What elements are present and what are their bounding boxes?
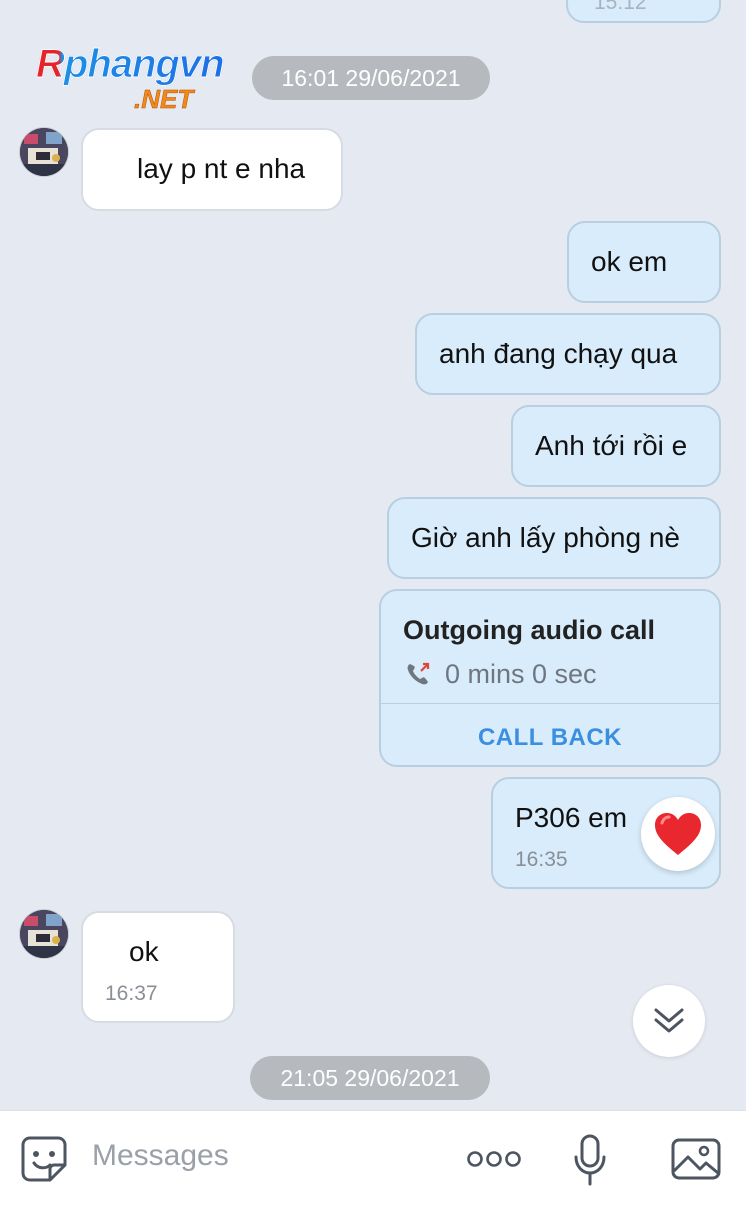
message-input[interactable]: Messages [92, 1139, 229, 1173]
heart-icon [655, 813, 701, 855]
outgoing-message[interactable]: Anh tới rồi e [511, 405, 721, 487]
avatar-image [20, 128, 68, 176]
logo-text-top: Rphangvn [36, 42, 226, 87]
outgoing-message[interactable]: Giờ anh lấy phòng nè [387, 497, 721, 579]
call-title: Outgoing audio call [403, 615, 655, 645]
incoming-message[interactable]: lay p nt e nha [81, 128, 343, 211]
incoming-message[interactable]: ok 16:37 [81, 911, 235, 1023]
call-card-divider [381, 703, 719, 704]
message-time: 15:12 [594, 0, 647, 14]
message-text: Giờ anh lấy phòng nè [411, 522, 680, 553]
call-duration: 0 mins 0 sec [445, 659, 597, 689]
message-text: ok [129, 936, 159, 967]
contact-avatar[interactable] [20, 128, 68, 176]
outgoing-call-card[interactable]: Outgoing audio call 0 mins 0 sec CALL BA… [379, 589, 721, 767]
heart-reaction[interactable] [641, 797, 715, 871]
microphone-icon[interactable] [572, 1133, 608, 1192]
rphangvn-logo: Rphangvn .NET [36, 42, 266, 116]
message-text: anh đang chạy qua [439, 338, 678, 369]
more-icon[interactable] [466, 1149, 522, 1174]
avatar-image [20, 910, 68, 958]
message-input-bar: Messages [0, 1110, 746, 1207]
call-back-button[interactable]: CALL BACK [381, 721, 719, 755]
message-text: Anh tới rồi e [535, 430, 688, 461]
chevron-double-down-icon [654, 1008, 684, 1033]
chat-area[interactable]: 15:12 Rphangvn .NET 16:01 29/06/2021 lay… [0, 0, 746, 1110]
image-icon[interactable] [670, 1135, 722, 1188]
contact-avatar[interactable] [20, 910, 68, 958]
sticker-icon[interactable] [20, 1135, 68, 1188]
date-separator: 21:05 29/06/2021 [250, 1056, 490, 1100]
outgoing-call-icon [403, 659, 433, 689]
message-bubble-partial[interactable]: 15:12 [566, 0, 721, 23]
message-text: lay p nt e nha [137, 153, 306, 184]
outgoing-message[interactable]: anh đang chạy qua [415, 313, 721, 395]
logo-text-bottom: .NET [134, 84, 194, 115]
outgoing-message[interactable]: ok em [567, 221, 721, 303]
scroll-to-bottom-button[interactable] [633, 985, 705, 1057]
message-time: 16:37 [105, 982, 158, 1005]
date-separator: 16:01 29/06/2021 [252, 56, 490, 100]
message-text: ok em [591, 246, 668, 277]
